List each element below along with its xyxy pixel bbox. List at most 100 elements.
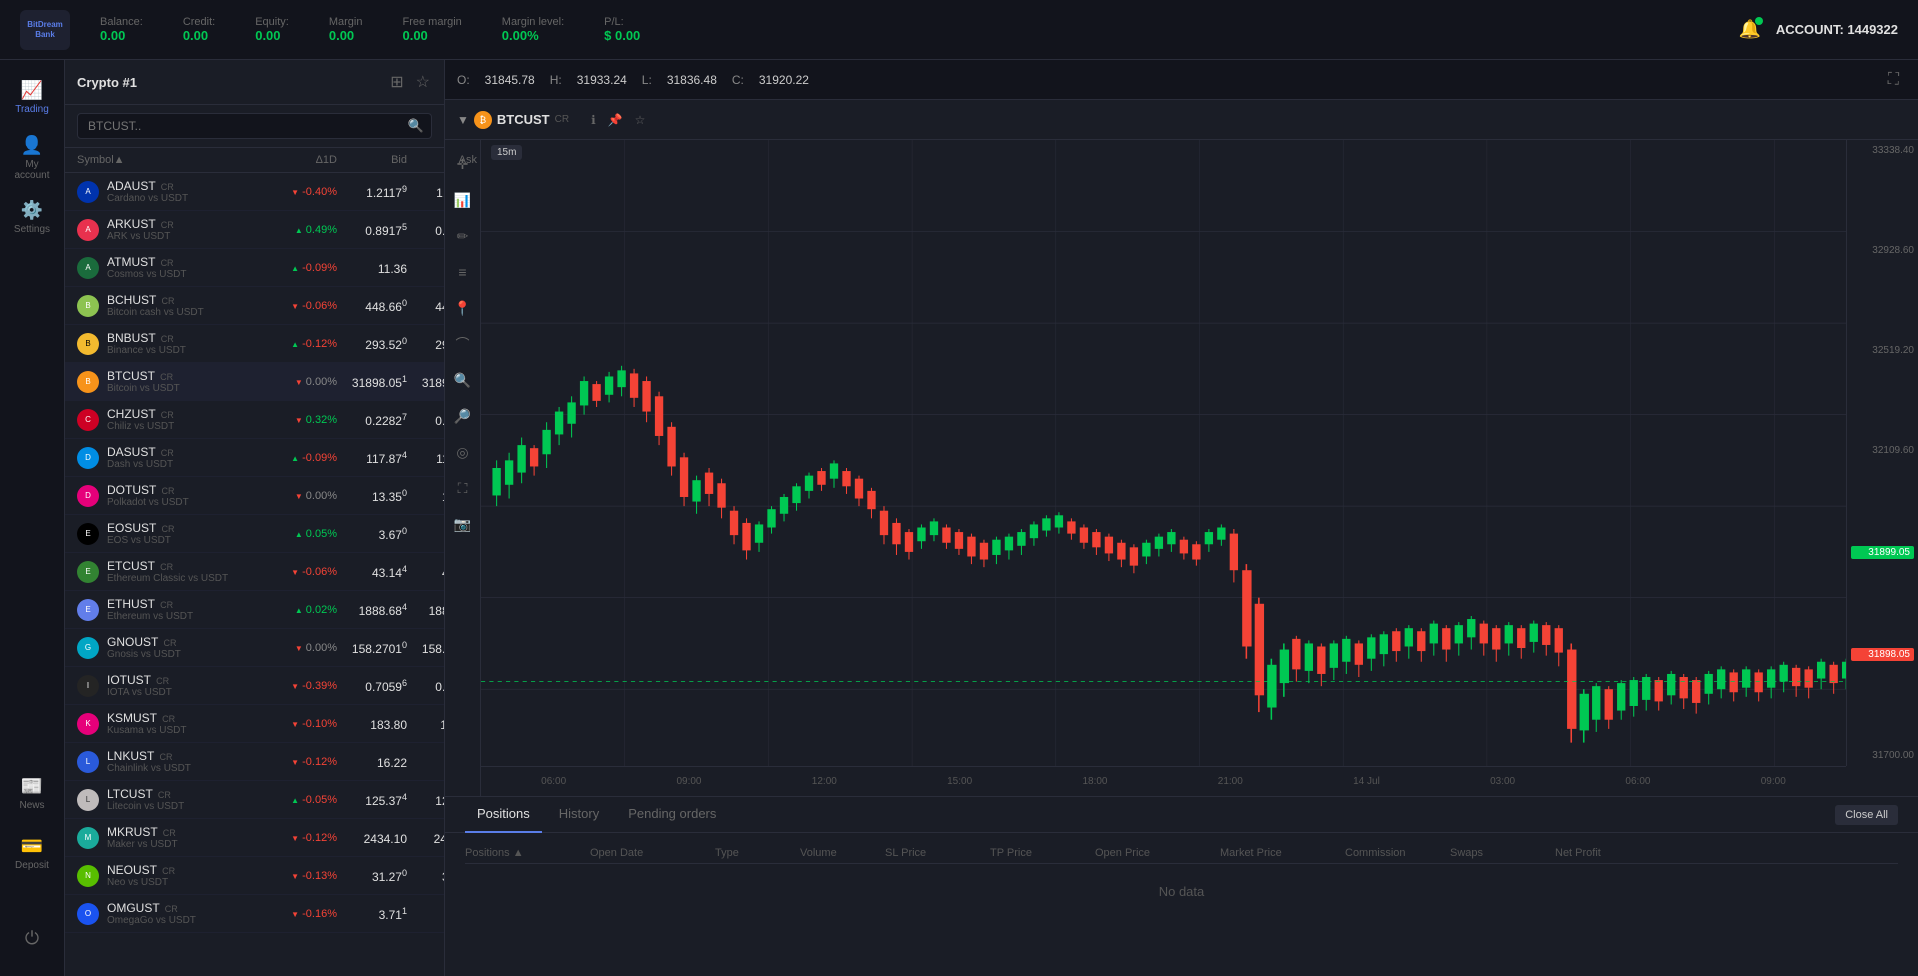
- expand-chart-button[interactable]: ⛶: [1886, 69, 1901, 91]
- curve-tool[interactable]: ⌒: [449, 330, 477, 358]
- sym-ask: 448.660: [407, 298, 444, 314]
- pin-tool[interactable]: 📍: [449, 294, 477, 322]
- stats-group: Balance: 0.00 Credit: 0.00 Equity: 0.00 …: [100, 16, 1738, 43]
- symbol-row-adaust[interactable]: A ADAUST CR Cardano vs USDT ▼ -0.40% 1.2…: [65, 173, 444, 211]
- symbol-row-ltcust[interactable]: L LTCUST CR Litecoin vs USDT ▲ -0.05% 12…: [65, 781, 444, 819]
- sym-bid: 31898.051: [337, 374, 407, 390]
- close-all-button[interactable]: Close All: [1835, 805, 1898, 825]
- zoom-in-tool[interactable]: 🔍: [449, 366, 477, 394]
- arrow-down-icon: ▼: [295, 492, 303, 501]
- tab-pending-orders[interactable]: Pending orders: [616, 797, 728, 833]
- symbol-row-ksmust[interactable]: K KSMUST CR Kusama vs USDT ▼ -0.10% 183.…: [65, 705, 444, 743]
- screenshot-tool[interactable]: 📷: [449, 510, 477, 538]
- symbol-row-mkrust[interactable]: M MKRUST CR Maker vs USDT ▼ -0.12% 2434.…: [65, 819, 444, 857]
- stat-free-margin-value: 0.00: [402, 28, 461, 43]
- arrow-down-icon: ▼: [291, 872, 299, 881]
- symbol-row-chzust[interactable]: C CHZUST CR Chiliz vs USDT ▼ 0.32% 0.228…: [65, 401, 444, 439]
- sym-cr: CR: [162, 866, 175, 876]
- stat-balance: Balance: 0.00: [100, 16, 143, 43]
- chart-info-button[interactable]: ℹ: [589, 111, 598, 129]
- symbol-row-dasust[interactable]: D DASUST CR Dash vs USDT ▲ -0.09% 117.87…: [65, 439, 444, 477]
- sym-full: Ethereum vs USDT: [107, 611, 193, 622]
- col-delta: Δ1D: [257, 154, 337, 166]
- symbol-row-ethust[interactable]: E ETHUST CR Ethereum vs USDT ▲ 0.02% 188…: [65, 591, 444, 629]
- fit-tool[interactable]: ⛶: [449, 474, 477, 502]
- tab-history[interactable]: History: [547, 797, 611, 833]
- sym-bid: 2434.10: [337, 830, 407, 846]
- sym-ask: 11.36: [407, 260, 444, 276]
- sidebar-item-settings[interactable]: ⚙️ Settings: [5, 190, 60, 245]
- deposit-icon: 💳: [21, 836, 43, 857]
- symbol-row-bnbust[interactable]: B BNBUST CR Binance vs USDT ▲ -0.12% 293…: [65, 325, 444, 363]
- arrow-down-icon: ▼: [295, 378, 303, 387]
- symbol-row-omgust[interactable]: O OMGUST CR OmegaGo vs USDT ▼ -0.16% 3.7…: [65, 895, 444, 933]
- chart-ohlc-bar: O: 31845.78 H: 31933.24 L: 31836.48 C: 3…: [445, 60, 1918, 100]
- symbol-row-arkust[interactable]: A ARKUST CR ARK vs USDT ▲ 0.49% 0.89175 …: [65, 211, 444, 249]
- zoom-out-tool[interactable]: 🔎: [449, 402, 477, 430]
- symbol-row-neoust[interactable]: N NEOUST CR Neo vs USDT ▼ -0.13% 31.270 …: [65, 857, 444, 895]
- favorite-button[interactable]: ☆: [414, 70, 432, 94]
- col-market-price: Market Price: [1220, 847, 1340, 859]
- sym-name-text: NEOUST CR Neo vs USDT: [107, 863, 175, 888]
- candlestick-chart: 15m: [481, 140, 1918, 796]
- chart-star-button[interactable]: ☆: [633, 111, 648, 129]
- sym-full: Dash vs USDT: [107, 459, 174, 470]
- chart-pin-button[interactable]: 📌: [606, 111, 625, 129]
- sidebar-item-deposit[interactable]: 💳 Deposit: [5, 826, 60, 881]
- ohlc-l-value: 31836.48: [667, 73, 717, 87]
- sidebar-item-trading[interactable]: 📈 Trading: [5, 70, 60, 125]
- time-label-0600: 06:00: [541, 776, 566, 787]
- sym-bid: 117.874: [337, 450, 407, 466]
- chart-area: O: 31845.78 H: 31933.24 L: 31836.48 C: 3…: [445, 60, 1918, 976]
- sym-ask: 3.711: [407, 906, 444, 922]
- stat-balance-label: Balance:: [100, 16, 143, 28]
- sym-delta: ▼ 0.00%: [257, 490, 337, 502]
- ohlc-c-label: C:: [732, 73, 744, 87]
- symbol-row-bchust[interactable]: B BCHUST CR Bitcoin cash vs USDT ▼ -0.06…: [65, 287, 444, 325]
- pen-tool[interactable]: ✏: [449, 222, 477, 250]
- notification-bell[interactable]: 🔔: [1738, 19, 1760, 40]
- sym-cr: CR: [161, 296, 174, 306]
- sym-name-text: BNBUST CR Binance vs USDT: [107, 331, 186, 356]
- symbol-row-etcust[interactable]: E ETCUST CR Ethereum Classic vs USDT ▼ -…: [65, 553, 444, 591]
- bar-chart-tool[interactable]: 📊: [449, 186, 477, 214]
- sidenav: 📈 Trading 👤 Myaccount ⚙️ Settings 📰 News…: [0, 60, 65, 976]
- symbol-row-dotust[interactable]: D DOTUST CR Polkadot vs USDT ▼ 0.00% 13.…: [65, 477, 444, 515]
- sym-ask: 3.670: [407, 526, 444, 542]
- sidebar-item-power[interactable]: ⏻: [5, 911, 60, 966]
- symbol-row-gnoust[interactable]: G GNOUST CR Gnosis vs USDT ▼ 0.00% 158.2…: [65, 629, 444, 667]
- sym-name-text: EOSUST CR EOS vs USDT: [107, 521, 174, 546]
- symbol-row-btcust[interactable]: B BTCUST CR Bitcoin vs USDT ▼ 0.00% 3189…: [65, 363, 444, 401]
- sidebar-item-deposit-label: Deposit: [15, 860, 49, 871]
- symbol-row-atmust[interactable]: A ATMUST CR Cosmos vs USDT ▲ -0.09% 11.3…: [65, 249, 444, 287]
- sym-ask: 1.21179: [407, 184, 444, 200]
- sym-cr: CR: [160, 372, 173, 382]
- timeframe-badge: 15m: [491, 145, 522, 160]
- sym-logo: A: [77, 219, 99, 241]
- sym-delta: ▲ 0.05%: [257, 528, 337, 540]
- symbol-row-eosust[interactable]: E EOSUST CR EOS vs USDT ▲ 0.05% 3.670 3.…: [65, 515, 444, 553]
- sidebar-item-account[interactable]: 👤 Myaccount: [5, 130, 60, 185]
- topbar: BitDreamBank Balance: 0.00 Credit: 0.00 …: [0, 0, 1918, 60]
- sym-name-col: K KSMUST CR Kusama vs USDT: [77, 711, 257, 736]
- tab-positions[interactable]: Positions: [465, 797, 542, 833]
- time-label-14jul: 14 Jul: [1353, 776, 1380, 787]
- grid-view-button[interactable]: ⊞: [388, 70, 405, 94]
- sym-logo: L: [77, 751, 99, 773]
- sidebar-item-settings-label: Settings: [14, 224, 50, 235]
- sym-delta: ▼ -0.06%: [257, 300, 337, 312]
- target-tool[interactable]: ◎: [449, 438, 477, 466]
- sidebar-item-news[interactable]: 📰 News: [5, 766, 60, 821]
- symbol-row-iotust[interactable]: I IOTUST CR IOTA vs USDT ▼ -0.39% 0.7059…: [65, 667, 444, 705]
- sym-ask: 2434.10: [407, 830, 444, 846]
- sym-ticker: MKRUST CR: [107, 825, 178, 839]
- search-input[interactable]: [77, 113, 432, 139]
- sym-ticker: GNOUST CR: [107, 635, 181, 649]
- sym-name-col: E EOSUST CR EOS vs USDT: [77, 521, 257, 546]
- symbol-row-lnkust[interactable]: L LNKUST CR Chainlink vs USDT ▼ -0.12% 1…: [65, 743, 444, 781]
- ohlc-h-label: H:: [550, 73, 562, 87]
- sym-name-text: BTCUST CR Bitcoin vs USDT: [107, 369, 180, 394]
- sym-ask: 125.374: [407, 792, 444, 808]
- text-tool[interactable]: ≡: [449, 258, 477, 286]
- sym-full: Neo vs USDT: [107, 877, 175, 888]
